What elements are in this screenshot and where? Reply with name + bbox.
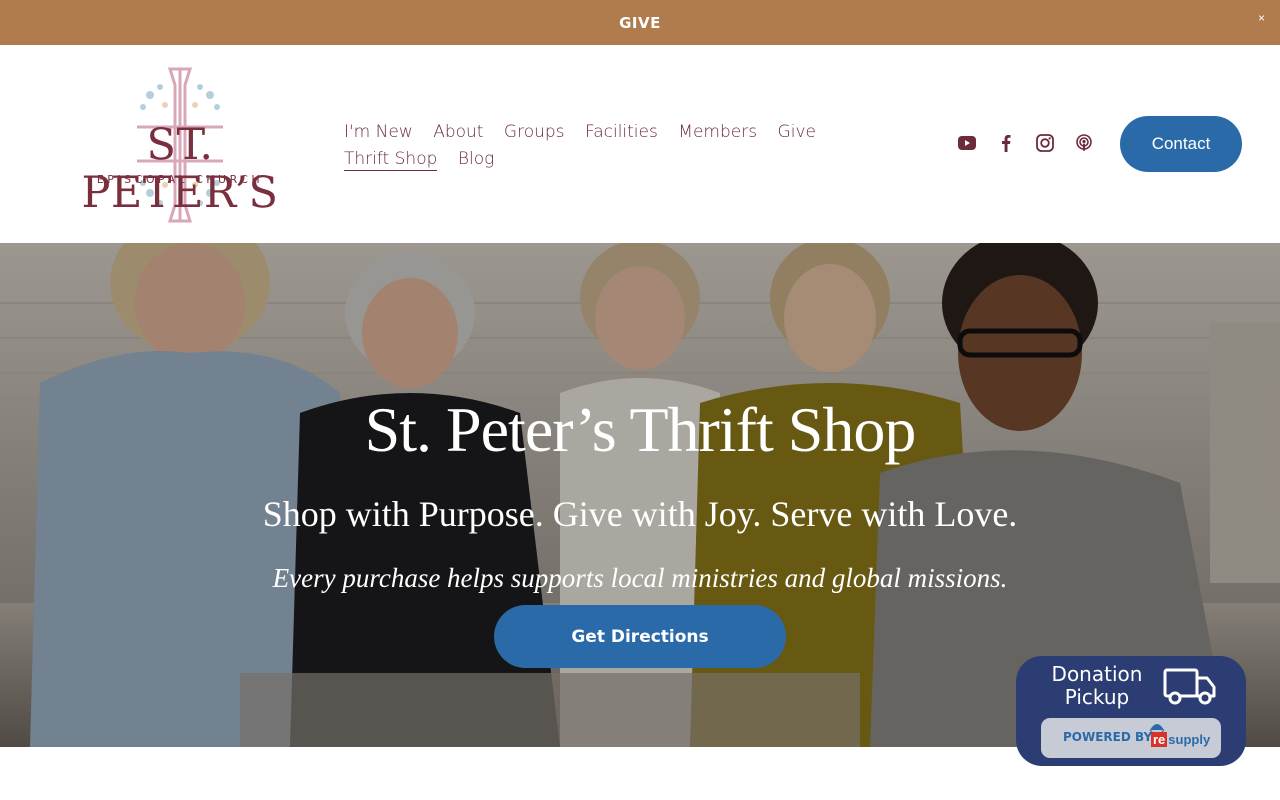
- podcast-icon[interactable]: [1075, 134, 1093, 152]
- resupply-logo: re supply: [1151, 732, 1211, 747]
- get-directions-button[interactable]: Get Directions: [494, 605, 786, 668]
- nav-item-thrift-shop[interactable]: Thrift Shop: [344, 148, 438, 171]
- nav-item-give[interactable]: Give: [778, 119, 816, 146]
- hero-subtitle: Shop with Purpose. Give with Joy. Serve …: [262, 494, 1018, 534]
- nav-item-blog[interactable]: Blog: [458, 146, 494, 173]
- main-nav: I'm New About Groups Facilities Members …: [344, 119, 924, 173]
- nav-item-groups[interactable]: Groups: [504, 119, 565, 146]
- nav-item-im-new[interactable]: I'm New: [344, 119, 413, 146]
- nav-item-about[interactable]: About: [433, 119, 483, 146]
- close-icon[interactable]: ×: [1258, 11, 1265, 25]
- nav-item-facilities[interactable]: Facilities: [585, 119, 658, 146]
- logo-name: ST. PETER’S: [81, 120, 279, 218]
- truck-icon: [1163, 668, 1216, 705]
- nav-item-members[interactable]: Members: [678, 119, 757, 146]
- announcement-bar: GIVE ×: [0, 0, 1280, 45]
- powered-by-text: POWERED BY: [1063, 730, 1153, 744]
- contact-button[interactable]: Contact: [1120, 116, 1242, 172]
- donation-pickup-label: Donation Pickup: [1051, 662, 1143, 709]
- give-link[interactable]: GIVE: [619, 14, 661, 32]
- site-header: ST. PETER’S EPISCOPAL CHURCH I'm New Abo…: [0, 45, 1280, 243]
- donation-pickup-widget[interactable]: Donation Pickup POWERED BY re supply: [1016, 656, 1246, 766]
- powered-by-badge: POWERED BY re supply: [1041, 718, 1221, 758]
- youtube-icon[interactable]: [958, 134, 976, 152]
- hero-tagline: Every purchase helps supports local mini…: [272, 563, 1008, 593]
- hero-title: St. Peter’s Thrift Shop: [364, 394, 917, 465]
- instagram-icon[interactable]: [1036, 134, 1054, 152]
- church-logo[interactable]: ST. PETER’S EPISCOPAL CHURCH: [55, 65, 305, 225]
- logo-subtitle: EPISCOPAL CHURCH: [96, 173, 264, 186]
- facebook-icon[interactable]: [997, 134, 1015, 152]
- social-links: [958, 134, 1093, 152]
